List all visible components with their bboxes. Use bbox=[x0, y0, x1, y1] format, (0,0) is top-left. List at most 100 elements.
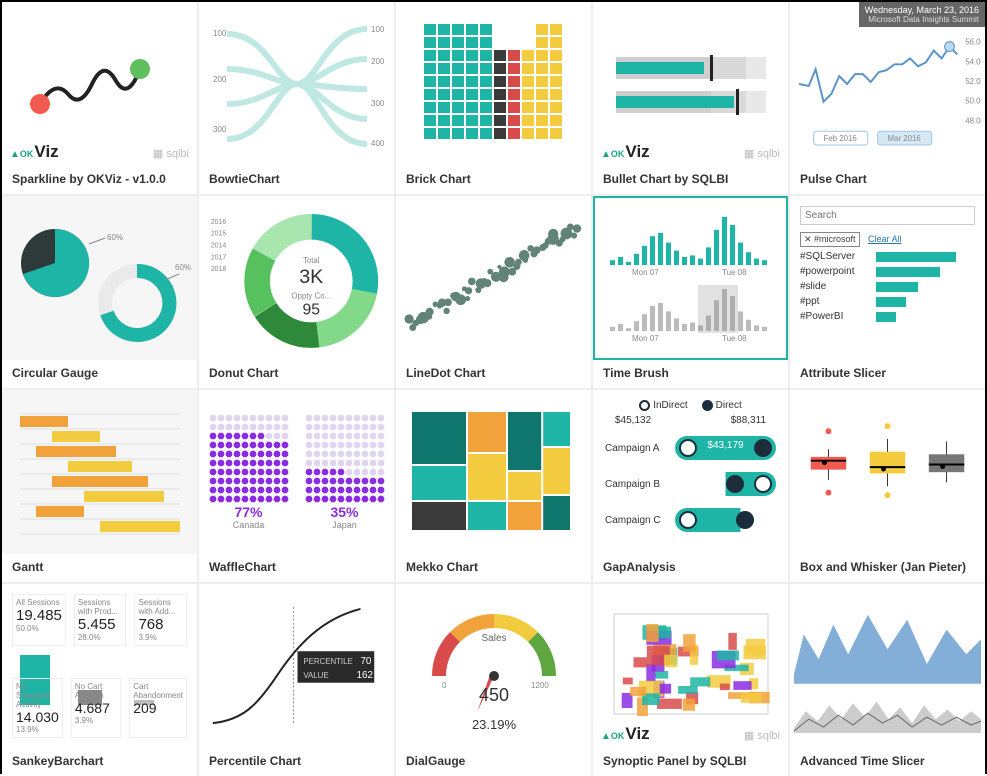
card-advtime[interactable]: Advanced Time Slicer bbox=[790, 584, 985, 776]
dial-svg: Sales 0 1200 450 23.19% bbox=[409, 591, 579, 741]
preview-timebrush: Mon 07 Tue 08 Mon 07 Tue 08 bbox=[593, 196, 788, 360]
svg-text:Sales: Sales bbox=[481, 633, 506, 644]
svg-text:Oppty Co...: Oppty Co... bbox=[291, 292, 331, 301]
kpi-panel: All Sessions19.485 50.0% Sessions with P… bbox=[6, 588, 193, 744]
card-title: Attribute Slicer bbox=[790, 360, 985, 388]
slicer-row[interactable]: #slide bbox=[800, 281, 975, 292]
svg-text:48.00: 48.00 bbox=[965, 116, 981, 125]
gap-legend: InDirect Direct bbox=[605, 400, 776, 411]
waffle-pct: 35% bbox=[305, 504, 385, 520]
bullet-svg bbox=[606, 39, 776, 129]
card-donut[interactable]: Total 3K Oppty Co... 95 2016201520142017… bbox=[199, 196, 394, 388]
card-synoptic[interactable]: ▲OKViz ▦ sqlbi Synoptic Panel by SQLBI bbox=[593, 584, 788, 776]
card-title: LineDot Chart bbox=[396, 360, 591, 388]
preview-box bbox=[790, 390, 985, 554]
slicer-row[interactable]: #SQLServer bbox=[800, 251, 975, 262]
card-box[interactable]: Box and Whisker (Jan Pieter) bbox=[790, 390, 985, 582]
search-input[interactable] bbox=[800, 206, 975, 225]
svg-text:70: 70 bbox=[360, 656, 371, 667]
card-timebrush[interactable]: Mon 07 Tue 08 Mon 07 Tue 08 Time Brush bbox=[593, 196, 788, 388]
svg-text:200: 200 bbox=[371, 57, 385, 66]
kpi-box: All Sessions19.485 50.0% bbox=[12, 594, 66, 646]
percentile-svg: PERCENTILE 70 VALUE 162 bbox=[203, 596, 390, 736]
slicer-row[interactable]: #powerpoint bbox=[800, 266, 975, 277]
gap-row: Campaign B bbox=[605, 472, 776, 496]
sqlbi-logo: ▦ sqlbi bbox=[744, 147, 780, 160]
card-title: Percentile Chart bbox=[199, 748, 394, 776]
brick-svg bbox=[424, 24, 564, 144]
card-attrslicer[interactable]: ✕ #microsoft Clear All #SQLServer #power… bbox=[790, 196, 985, 388]
svg-text:52.00: 52.00 bbox=[965, 77, 981, 86]
card-sankeybar[interactable]: All Sessions19.485 50.0% Sessions with P… bbox=[2, 584, 197, 776]
svg-text:50.00: 50.00 bbox=[965, 97, 981, 106]
preview-dial: Sales 0 1200 450 23.19% bbox=[396, 584, 591, 748]
card-title: Box and Whisker (Jan Pieter) bbox=[790, 554, 985, 582]
preview-gantt bbox=[2, 390, 197, 554]
kpi-box: No Shopping Activity14.030 13.9% bbox=[12, 678, 63, 738]
preview-synoptic: ▲OKViz ▦ sqlbi bbox=[593, 584, 788, 748]
svg-text:60%: 60% bbox=[175, 263, 191, 272]
card-title: Sparkline by OKViz - v1.0.0 bbox=[2, 166, 197, 194]
svg-text:162: 162 bbox=[357, 670, 373, 681]
card-brick[interactable]: Brick Chart bbox=[396, 2, 591, 194]
card-gap[interactable]: InDirect Direct $45,132$88,311 Campaign … bbox=[593, 390, 788, 582]
card-gantt[interactable]: Gantt bbox=[2, 390, 197, 582]
gap-left-total: $45,132 bbox=[615, 415, 651, 426]
card-title: Gantt bbox=[2, 554, 197, 582]
svg-text:Total: Total bbox=[303, 256, 320, 265]
visuals-gallery-grid: ▲OKViz ▦ sqlbi Sparkline by OKViz - v1.0… bbox=[2, 2, 985, 776]
svg-text:1200: 1200 bbox=[531, 681, 549, 690]
mekko-svg bbox=[404, 402, 584, 542]
preview-bowtie: 100 200 300 100 200 300 400 bbox=[199, 2, 394, 166]
card-bowtie[interactable]: 100 200 300 100 200 300 400 BowtieChart bbox=[199, 2, 394, 194]
card-sparkline[interactable]: ▲OKViz ▦ sqlbi Sparkline by OKViz - v1.0… bbox=[2, 2, 197, 194]
card-mekko[interactable]: Mekko Chart bbox=[396, 390, 591, 582]
kpi-box: Sessions with Add...768 3.9% bbox=[134, 594, 187, 646]
card-title: BowtieChart bbox=[199, 166, 394, 194]
svg-text:2018: 2018 bbox=[211, 266, 226, 273]
card-title: Synoptic Panel by SQLBI bbox=[593, 748, 788, 776]
slicer-row[interactable]: #PowerBI bbox=[800, 311, 975, 322]
preview-linedot bbox=[396, 196, 591, 360]
card-title: Donut Chart bbox=[199, 360, 394, 388]
svg-text:56.00: 56.00 bbox=[965, 38, 981, 47]
svg-text:3K: 3K bbox=[299, 266, 323, 288]
card-title: DialGauge bbox=[396, 748, 591, 776]
preview-sparkline: ▲OKViz ▦ sqlbi bbox=[2, 2, 197, 166]
svg-text:54.00: 54.00 bbox=[965, 57, 981, 66]
preview-donut: Total 3K Oppty Co... 95 2016201520142017… bbox=[199, 196, 394, 360]
svg-text:400: 400 bbox=[371, 139, 385, 148]
card-percentile[interactable]: PERCENTILE 70 VALUE 162 Percentile Chart bbox=[199, 584, 394, 776]
gap-row: Campaign C bbox=[605, 508, 776, 532]
preview-attrslicer: ✕ #microsoft Clear All #SQLServer #power… bbox=[790, 196, 985, 360]
clear-all-link[interactable]: Clear All bbox=[868, 234, 902, 244]
svg-text:23.19%: 23.19% bbox=[471, 717, 516, 732]
kpi-box: Sessions with Prod...5.455 28.0% bbox=[74, 594, 127, 646]
svg-text:100: 100 bbox=[213, 29, 227, 38]
card-title: Mekko Chart bbox=[396, 554, 591, 582]
svg-text:60%: 60% bbox=[107, 233, 123, 242]
card-waffle[interactable]: 77% Canada 35% Japan WaffleChart bbox=[199, 390, 394, 582]
preview-waffle: 77% Canada 35% Japan bbox=[199, 390, 394, 554]
card-circgauge[interactable]: 60% 60% Circular Gauge bbox=[2, 196, 197, 388]
slicer-row[interactable]: #ppt bbox=[800, 296, 975, 307]
svg-text:0: 0 bbox=[442, 681, 447, 690]
card-bullet[interactable]: ▲OKViz ▦ sqlbi Bullet Chart by SQLBI bbox=[593, 2, 788, 194]
okviz-logo: ▲OKViz bbox=[10, 142, 59, 162]
svg-text:Mon 07: Mon 07 bbox=[632, 334, 659, 343]
box-svg bbox=[794, 402, 981, 542]
waffle-label: Japan bbox=[305, 520, 385, 530]
pulse-tooltip: Wednesday, March 23, 2016 Microsoft Data… bbox=[859, 2, 985, 27]
filter-chip[interactable]: ✕ #microsoft bbox=[800, 232, 860, 247]
card-title: Circular Gauge bbox=[2, 360, 197, 388]
card-pulse[interactable]: Wednesday, March 23, 2016 Microsoft Data… bbox=[790, 2, 985, 194]
sqlbi-logo: ▦ sqlbi bbox=[153, 147, 189, 160]
advtime-svg bbox=[794, 594, 981, 739]
slicer-panel: ✕ #microsoft Clear All #SQLServer #power… bbox=[794, 200, 981, 356]
svg-text:Mar 2016: Mar 2016 bbox=[888, 134, 922, 143]
card-linedot[interactable]: LineDot Chart bbox=[396, 196, 591, 388]
card-dialgauge[interactable]: Sales 0 1200 450 23.19% DialGauge bbox=[396, 584, 591, 776]
preview-gap: InDirect Direct $45,132$88,311 Campaign … bbox=[593, 390, 788, 554]
svg-text:2016: 2016 bbox=[211, 219, 226, 226]
svg-text:Tue 08: Tue 08 bbox=[722, 334, 747, 343]
